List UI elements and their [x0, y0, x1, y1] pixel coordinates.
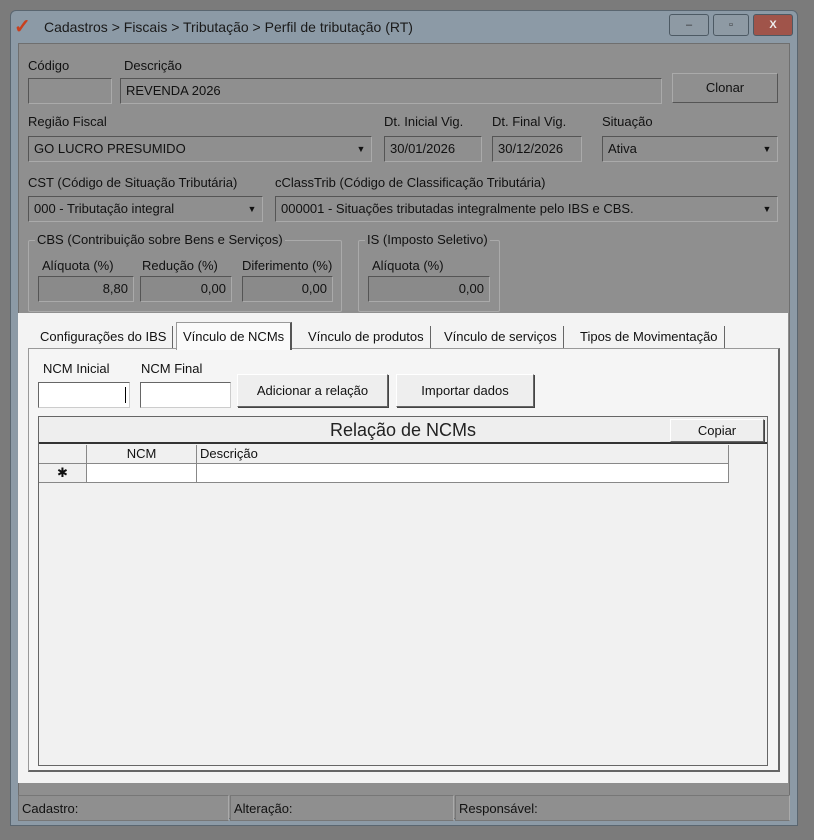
copiar-button[interactable]: Copiar [670, 419, 764, 442]
cst-select[interactable]: 000 - Tributação integral ▼ [28, 196, 263, 222]
new-row-ncm-cell[interactable] [87, 464, 197, 483]
text-caret [125, 387, 126, 403]
ncm-inicial-input[interactable] [38, 382, 130, 408]
window-title: Cadastros > Fiscais > Tributação > Perfi… [44, 19, 413, 35]
ncm-final-label: NCM Final [141, 361, 203, 376]
clonar-button[interactable]: Clonar [672, 73, 778, 103]
dt-inicial-input[interactable]: 30/01/2026 [384, 136, 482, 162]
dt-final-label: Dt. Final Vig. [492, 114, 567, 129]
ncm-inicial-label: NCM Inicial [43, 361, 110, 376]
cbs-reducao-input[interactable]: 0,00 [140, 276, 232, 302]
cclass-label: cClassTrib (Código de Classificação Trib… [275, 175, 546, 190]
cclass-select[interactable]: 000001 - Situações tributadas integralme… [275, 196, 778, 222]
minimize-button[interactable]: – [669, 14, 709, 36]
descricao-input[interactable]: REVENDA 2026 [120, 78, 662, 104]
close-button[interactable]: X [753, 14, 793, 36]
codigo-label: Código [28, 58, 70, 73]
importar-dados-button[interactable]: Importar dados [396, 374, 534, 407]
cbs-caption: CBS (Contribuição sobre Bens e Serviços) [35, 232, 285, 247]
tab-vinculo-servicos[interactable]: Vínculo de serviços [438, 326, 564, 349]
app-logo-icon: ✓ [14, 16, 31, 38]
new-row-marker-icon: ✱ [39, 464, 87, 483]
column-header-ncm[interactable]: NCM [87, 445, 197, 464]
situacao-label: Situação [602, 114, 653, 129]
dt-inicial-label: Dt. Inicial Vig. [384, 114, 464, 129]
dropdown-arrow-icon: ▼ [247, 204, 257, 214]
cclass-value: 000001 - Situações tributadas integralme… [281, 201, 634, 216]
grid-table: NCM Descrição ✱ [39, 445, 729, 483]
column-header-descricao[interactable]: Descrição [197, 445, 729, 464]
new-row-descricao-cell[interactable] [197, 464, 729, 483]
grid-title: Relação de NCMs [39, 417, 767, 444]
codigo-input[interactable] [28, 78, 112, 104]
is-aliquota-input[interactable]: 0,00 [368, 276, 490, 302]
tab-configuracoes-ibs[interactable]: Configurações do IBS [34, 326, 174, 349]
regiao-value: GO LUCRO PRESUMIDO [34, 141, 186, 156]
descricao-label: Descrição [124, 58, 182, 73]
adicionar-relacao-button[interactable]: Adicionar a relação [237, 374, 388, 407]
cbs-diferimento-label: Diferimento (%) [242, 258, 333, 273]
dropdown-arrow-icon: ▼ [356, 144, 366, 154]
regiao-label: Região Fiscal [28, 114, 107, 129]
cst-label: CST (Código de Situação Tributária) [28, 175, 238, 190]
cbs-aliquota-label: Alíquota (%) [42, 258, 114, 273]
status-alteracao: Alteração: [230, 795, 454, 821]
tab-vinculo-ncms[interactable]: Vínculo de NCMs [176, 322, 293, 350]
cbs-reducao-label: Redução (%) [142, 258, 218, 273]
regiao-select[interactable]: GO LUCRO PRESUMIDO ▼ [28, 136, 372, 162]
dt-final-input[interactable]: 30/12/2026 [492, 136, 582, 162]
dropdown-arrow-icon: ▼ [762, 204, 772, 214]
status-cadastro: Cadastro: [18, 795, 229, 821]
cst-value: 000 - Tributação integral [34, 201, 175, 216]
dropdown-arrow-icon: ▼ [762, 144, 772, 154]
situacao-select[interactable]: Ativa ▼ [602, 136, 778, 162]
cbs-aliquota-input[interactable]: 8,80 [38, 276, 134, 302]
is-caption: IS (Imposto Seletivo) [365, 232, 490, 247]
row-header-corner [39, 445, 87, 464]
cbs-diferimento-input[interactable]: 0,00 [242, 276, 333, 302]
tab-tipos-movimentacao[interactable]: Tipos de Movimentação [574, 326, 725, 349]
tab-vinculo-produtos[interactable]: Vínculo de produtos [302, 326, 431, 349]
maximize-button[interactable]: ▫ [713, 14, 749, 36]
status-responsavel: Responsável: [455, 795, 790, 821]
is-aliquota-label: Alíquota (%) [372, 258, 444, 273]
ncm-final-input[interactable] [140, 382, 231, 408]
situacao-value: Ativa [608, 141, 637, 156]
